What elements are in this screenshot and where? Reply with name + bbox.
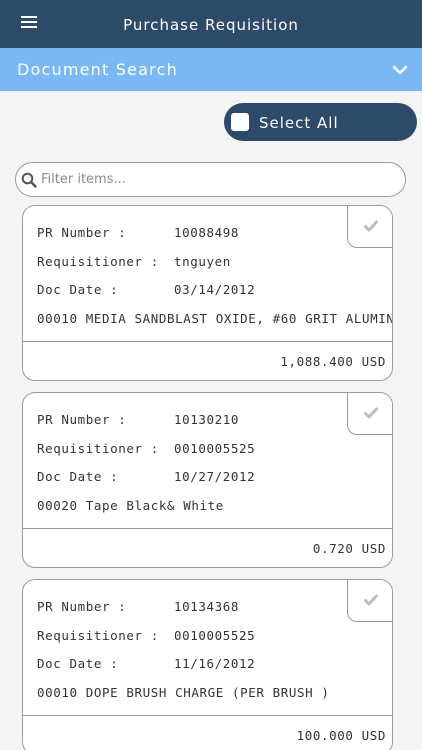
requisitioner-label: Requisitioner : — [37, 441, 159, 456]
checkmark-icon — [364, 594, 378, 606]
checkmark-icon — [364, 220, 378, 232]
doc-date-value: 10/27/2012 — [174, 469, 256, 484]
requisitioner-value: tnguyen — [174, 254, 231, 269]
requisitioner-label: Requisitioner : — [37, 254, 159, 269]
filter-input[interactable] — [41, 164, 396, 195]
doc-date-label: Doc Date : — [37, 282, 119, 297]
pr-number-value: 10134368 — [174, 599, 240, 614]
select-card-button[interactable] — [347, 206, 392, 248]
filter-search-box[interactable] — [15, 162, 406, 197]
requisition-card[interactable]: PR Number : 10088498 Requisitioner : tnguy… — [22, 205, 393, 381]
requisitioner-value: 0010005525 — [174, 628, 256, 643]
pr-number-label: PR Number : — [37, 599, 127, 614]
requisition-card[interactable]: PR Number : 10134368 Requisitioner : 00100… — [22, 579, 393, 750]
item-description: 00010 DOPE BRUSH CHARGE (PER BRUSH ) — [37, 685, 330, 700]
amount-value: 1,088.400 USD — [280, 354, 386, 369]
doc-date-value: 03/14/2012 — [174, 282, 256, 297]
item-description: 00010 MEDIA SANDBLAST OXIDE, #60 GRIT AL… — [37, 311, 393, 326]
select-all-label: Select All — [259, 114, 339, 132]
search-icon — [21, 172, 37, 188]
select-card-button[interactable] — [347, 580, 392, 622]
doc-date-label: Doc Date : — [37, 469, 119, 484]
section-title: Document Search — [17, 60, 178, 79]
checkmark-icon — [364, 407, 378, 419]
pr-number-label: PR Number : — [37, 412, 127, 427]
requisition-card[interactable]: PR Number : 10130210 Requisitioner : 00100… — [22, 392, 393, 568]
app-header: Purchase Requisition — [0, 0, 422, 48]
page-title: Purchase Requisition — [123, 16, 299, 34]
doc-date-label: Doc Date : — [37, 656, 119, 671]
chevron-down-icon[interactable] — [392, 62, 408, 78]
requisitioner-label: Requisitioner : — [37, 628, 159, 643]
pr-number-label: PR Number : — [37, 225, 127, 240]
amount-value: 0.720 USD — [312, 541, 386, 556]
doc-date-value: 11/16/2012 — [174, 656, 256, 671]
select-all-button[interactable]: Select All — [224, 103, 417, 141]
select-all-checkbox[interactable] — [231, 113, 249, 131]
amount-value: 100.000 USD — [296, 728, 386, 743]
pr-number-value: 10088498 — [174, 225, 240, 240]
document-search-header[interactable]: Document Search — [0, 48, 422, 91]
select-card-button[interactable] — [347, 393, 392, 435]
pr-number-value: 10130210 — [174, 412, 240, 427]
item-description: 00020 Tape Black& White — [37, 498, 224, 513]
requisitioner-value: 0010005525 — [174, 441, 256, 456]
